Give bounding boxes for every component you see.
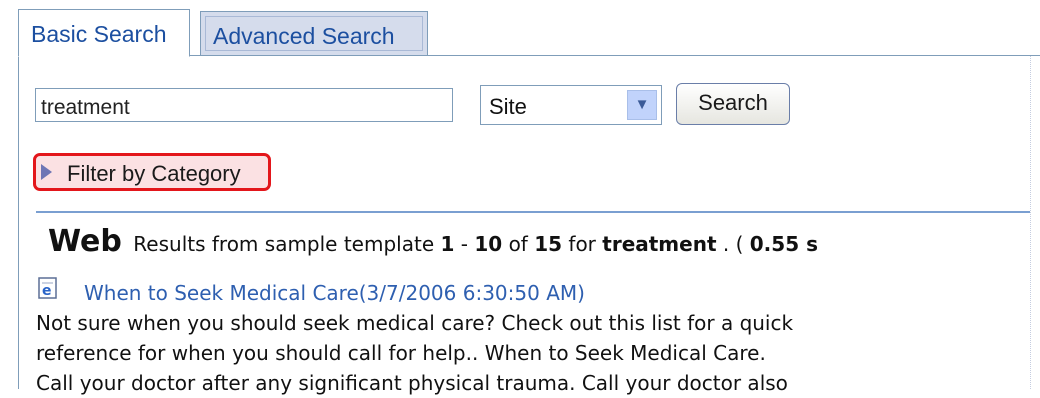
- content-frame-left-border: [18, 56, 19, 389]
- scope-select-value: Site: [489, 94, 527, 119]
- ie-page-icon: e: [38, 277, 57, 299]
- results-divider: [36, 211, 1030, 213]
- search-input[interactable]: treatment: [35, 88, 453, 122]
- tab-basic-search[interactable]: Basic Search: [18, 9, 190, 57]
- results-header: Web Results from sample template 1 - 10 …: [48, 224, 818, 259]
- result-snippet: Not sure when you should seek medical ca…: [36, 308, 1036, 398]
- results-summary: Results from sample template 1 - 10 of 1…: [133, 232, 818, 256]
- tab-advanced-search[interactable]: Advanced Search: [200, 11, 428, 55]
- snippet-line: Call your doctor after any significant p…: [36, 371, 788, 395]
- filter-by-category-toggle[interactable]: Filter by Category: [33, 153, 271, 191]
- tab-bar: Basic Search Advanced Search: [0, 0, 1040, 57]
- expand-triangle-icon: [41, 164, 52, 180]
- search-button[interactable]: Search: [676, 83, 790, 125]
- result-title-link[interactable]: When to Seek Medical Care(3/7/2006 6:30:…: [84, 281, 585, 305]
- snippet-line: reference for when you should call for h…: [36, 341, 766, 365]
- filter-label: Filter by Category: [67, 161, 241, 186]
- results-heading: Web: [48, 224, 122, 259]
- chevron-down-icon[interactable]: ▼: [627, 90, 657, 120]
- scope-select[interactable]: Site ▼: [480, 85, 662, 125]
- svg-text:e: e: [42, 283, 52, 299]
- snippet-line: Not sure when you should seek medical ca…: [36, 311, 794, 335]
